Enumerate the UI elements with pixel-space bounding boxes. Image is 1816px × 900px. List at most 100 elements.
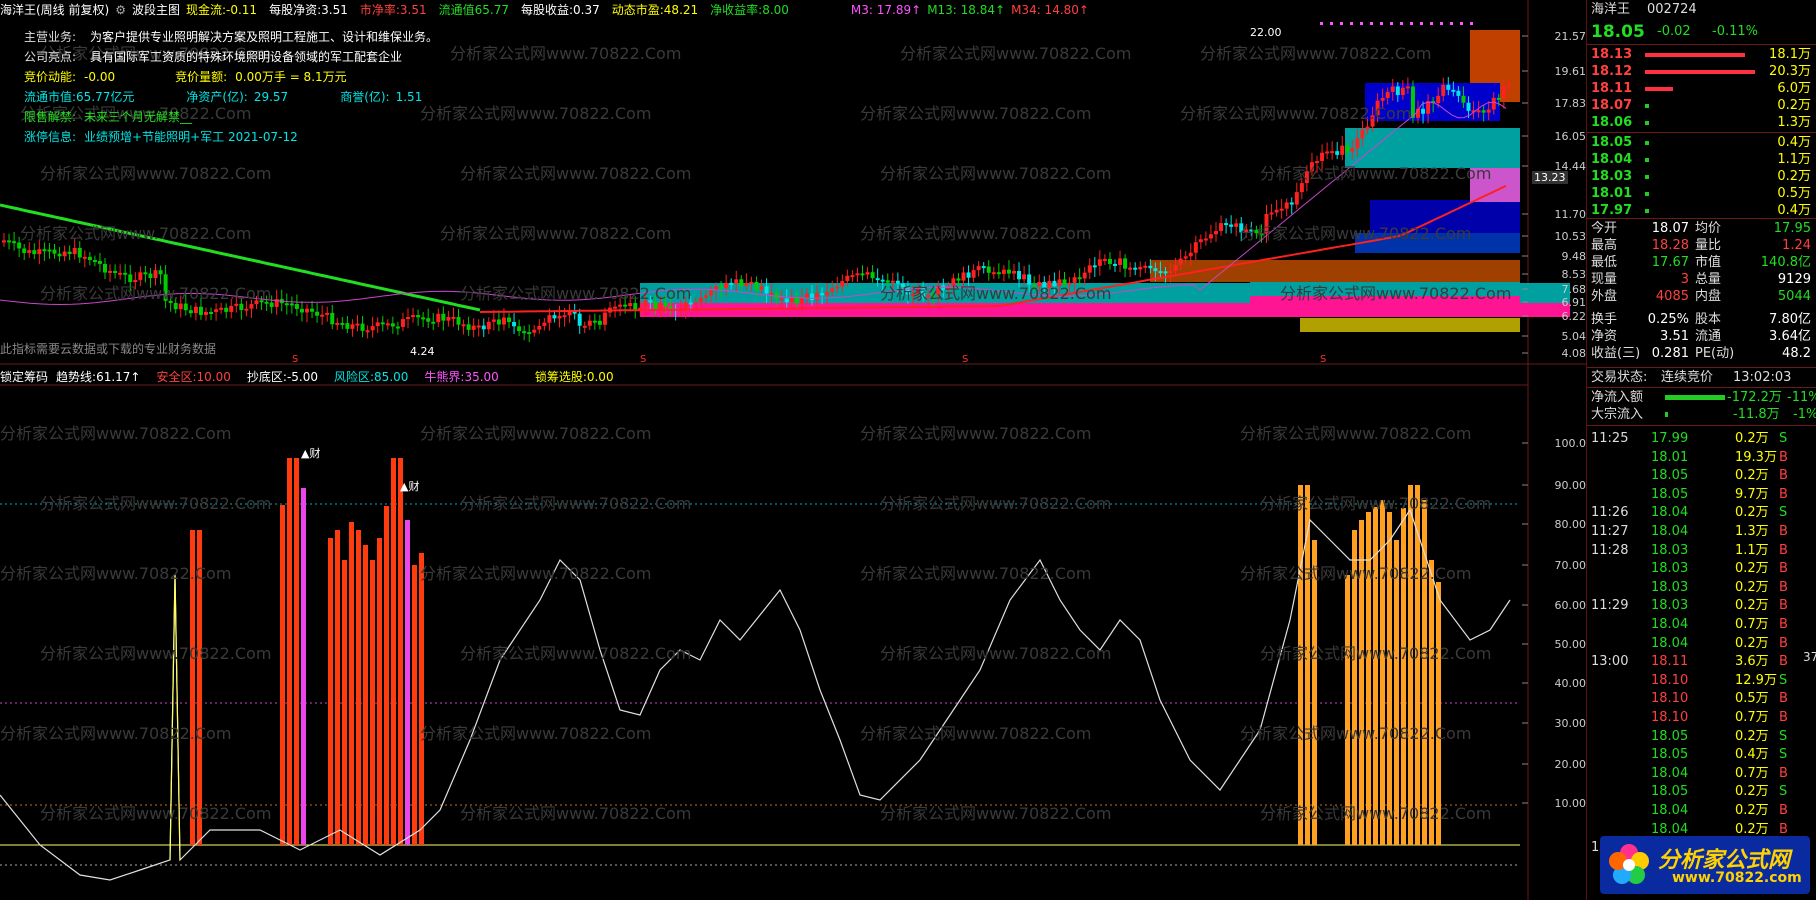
- tick-row[interactable]: 11:25 17.99 0.2万 S: [1587, 430, 1816, 447]
- candle-body: [698, 297, 703, 303]
- tick-row[interactable]: 18.04 0.2万 B: [1587, 802, 1816, 819]
- price-zone: [1470, 168, 1520, 202]
- tick-row[interactable]: 18.04 0.7万 B: [1587, 616, 1816, 633]
- indicator-name[interactable]: 波段主图: [132, 3, 180, 17]
- unlock-label: 限售解禁:: [24, 110, 77, 124]
- tick-volume: 0.2万: [1735, 431, 1769, 446]
- block-inflow-row: 大宗流入 -11.8万 -1%: [1587, 406, 1816, 423]
- tick-direction: B: [1779, 617, 1788, 632]
- bid-row[interactable]: 18.04 1.1万: [1587, 151, 1816, 168]
- tick-row[interactable]: 13:00 18.11 3.6万 B: [1587, 653, 1816, 670]
- candle-body: [1229, 224, 1234, 227]
- chart-title[interactable]: 海洋王(周线 前复权): [0, 3, 109, 17]
- candle-body: [330, 312, 335, 325]
- tick-row[interactable]: 11:26 18.04 0.2万 S: [1587, 504, 1816, 521]
- tick-row[interactable]: 18.05 9.7万 B: [1587, 486, 1816, 503]
- bid-row[interactable]: 18.05 0.4万: [1587, 134, 1816, 151]
- bull-label: 牛熊界:: [424, 370, 465, 384]
- candle-body: [501, 317, 506, 325]
- tick-price: 18.04: [1651, 765, 1689, 781]
- candle-body: [173, 302, 178, 310]
- tick-row[interactable]: 18.10 0.5万 B: [1587, 690, 1816, 707]
- candle-body: [703, 295, 708, 298]
- float-cap-label: 流通市值:: [24, 90, 77, 104]
- ind-axis-label: 50.00: [1554, 638, 1587, 651]
- stat-row: 最低 17.67 市值 140.8亿: [1587, 254, 1816, 271]
- risk-label: 风险区:: [334, 370, 375, 384]
- candle-body: [1239, 223, 1244, 233]
- bid-row[interactable]: 18.03 0.2万: [1587, 168, 1816, 185]
- tick-direction: B: [1779, 449, 1788, 465]
- lock-chip-bar: [377, 538, 382, 845]
- tick-row[interactable]: 18.05 0.2万 S: [1587, 783, 1816, 800]
- candle-body: [1082, 272, 1087, 279]
- lock-chip-bar: [1408, 485, 1413, 845]
- cash-label: 现金流:: [185, 3, 227, 17]
- price-axis-label: 6.22: [1561, 310, 1587, 323]
- candle-body: [1355, 138, 1360, 149]
- ask-row[interactable]: 18.06 1.3万: [1587, 114, 1816, 131]
- tick-direction: B: [1779, 598, 1788, 614]
- price-zone: [1250, 296, 1520, 312]
- tick-direction: S: [1779, 728, 1788, 744]
- price-axis-label: 16.05: [1554, 130, 1587, 143]
- ask-row[interactable]: 18.12 20.3万: [1587, 63, 1816, 80]
- tick-row[interactable]: 11:29 18.03 0.2万 B: [1587, 597, 1816, 614]
- stat-value: 18.07: [1651, 221, 1689, 236]
- ask-row[interactable]: 18.11 6.0万: [1587, 80, 1816, 97]
- candle-body: [148, 273, 153, 279]
- candle-body: [719, 286, 724, 289]
- candle-body: [1421, 108, 1426, 114]
- ma-line-green: [0, 203, 481, 312]
- stat-value: 3.64亿: [1769, 329, 1811, 344]
- stat-row: 外盘 4085 内盘 5044: [1587, 288, 1816, 305]
- net-inflow-row: 净流入额 -172.2万 -11%: [1587, 389, 1816, 406]
- tick-row[interactable]: 18.04 0.2万 B: [1587, 635, 1816, 652]
- stat-value: 5044: [1777, 289, 1811, 304]
- candle-body: [1365, 126, 1370, 130]
- stat-row: 最高 18.28 量比 1.24: [1587, 237, 1816, 254]
- tick-row[interactable]: 18.03 0.2万 B: [1587, 579, 1816, 596]
- ask-row[interactable]: 18.07 0.2万: [1587, 97, 1816, 114]
- tick-row[interactable]: 11:28 18.03 1.1万 B: [1587, 542, 1816, 559]
- tick-volume: 0.2万: [1735, 468, 1769, 484]
- tick-row[interactable]: 18.05 0.2万 S: [1587, 728, 1816, 745]
- stat-label: 净资: [1591, 329, 1618, 344]
- tick-row[interactable]: 18.05 0.4万 S: [1587, 746, 1816, 763]
- tick-row[interactable]: 18.05 0.2万 B: [1587, 467, 1816, 484]
- ask-volume-bar: [1645, 53, 1745, 57]
- candle-body: [168, 300, 173, 303]
- candle-body: [1350, 148, 1355, 152]
- pb-value: 3.51: [399, 3, 427, 17]
- candle-body: [1284, 202, 1289, 209]
- tick-direction: S: [1779, 672, 1788, 688]
- ask-row[interactable]: 18.13 18.1万: [1587, 46, 1816, 63]
- tick-row[interactable]: 18.10 12.9万 S: [1587, 672, 1816, 689]
- candle-body: [1097, 259, 1102, 266]
- lock-chip-bar: [405, 520, 410, 845]
- price-change-pct: -0.11%: [1712, 24, 1758, 39]
- candle-body: [481, 325, 486, 330]
- candle-body: [875, 278, 880, 281]
- pe-label: 动态市盈:: [611, 3, 664, 17]
- tick-row[interactable]: 18.04 0.7万 B: [1587, 765, 1816, 782]
- tick-row[interactable]: 18.10 0.7万 B: [1587, 709, 1816, 726]
- candle-body: [663, 302, 668, 307]
- bid-row[interactable]: 17.97 0.4万: [1587, 202, 1816, 219]
- tick-row[interactable]: 18.01 19.3万 B: [1587, 449, 1816, 466]
- settings-icon[interactable]: ⚙: [115, 3, 126, 17]
- tick-time: 11:25: [1591, 431, 1629, 446]
- indicator-pane-name[interactable]: 锁定筹码: [0, 370, 48, 384]
- divider: [1587, 44, 1816, 45]
- signal-dot: [1400, 22, 1403, 25]
- candle-body: [820, 293, 825, 296]
- chart-area[interactable]: S S S S ▲财 ▲财 分析家公式网www.70822.Com 分析家公式网www.70…: [0, 0, 1586, 900]
- tick-row[interactable]: 11:27 18.04 1.3万 B: [1587, 523, 1816, 540]
- candle-body: [1193, 242, 1198, 253]
- tick-row[interactable]: 18.03 0.2万 B: [1587, 560, 1816, 577]
- bid-row[interactable]: 18.01 0.5万: [1587, 185, 1816, 202]
- candle-body: [1274, 209, 1279, 213]
- tick-price: 18.04: [1651, 617, 1689, 632]
- stat-label: 外盘: [1591, 289, 1618, 304]
- candle-body: [1259, 233, 1264, 236]
